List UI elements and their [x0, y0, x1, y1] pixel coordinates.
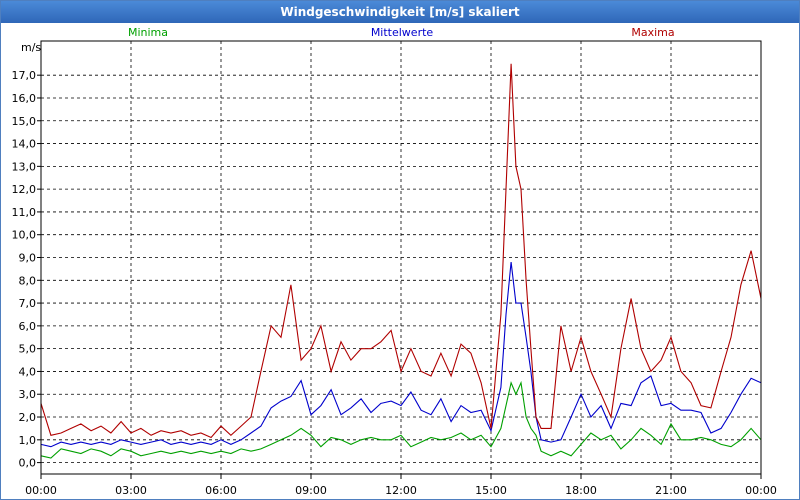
- y-tick-label: 16,0: [12, 92, 37, 105]
- y-tick-label: 6,0: [19, 320, 37, 333]
- x-tick-time: 12:00: [385, 484, 417, 497]
- y-tick-label: 12,0: [12, 183, 37, 196]
- legend-minima: Minima: [128, 26, 168, 39]
- x-axis-ticks: 00:0011.09.1103:0011.09.1106:0011.09.110…: [25, 474, 777, 497]
- y-tick-label: 5,0: [19, 343, 37, 356]
- y-tick-label: 17,0: [12, 69, 37, 82]
- y-tick-label: 2,0: [19, 411, 37, 424]
- y-tick-label: 8,0: [19, 274, 37, 287]
- x-tick-time: 09:00: [295, 484, 327, 497]
- legend: Minima Mittelwerte Maxima: [128, 26, 675, 39]
- y-tick-label: 10,0: [12, 229, 37, 242]
- y-tick-label: 11,0: [12, 206, 37, 219]
- chart-window: Windgeschwindigkeit [m/s] skaliert 0,0 1,…: [0, 0, 800, 500]
- y-tick-label: 3,0: [19, 388, 37, 401]
- legend-maxima: Maxima: [631, 26, 674, 39]
- y-axis-ticks: 0,0 1,0 2,0 3,0 4,0 5,0 6,0 7,0 8,0 9,0 10,0 11,0 12…: [12, 69, 41, 470]
- y-tick-label: 13,0: [12, 160, 37, 173]
- x-tick-time: 00:00: [745, 484, 777, 497]
- y-tick-label: 9,0: [19, 252, 37, 265]
- wind-speed-chart: 0,0 1,0 2,0 3,0 4,0 5,0 6,0 7,0 8,0 9,0 10,0 11,0 12…: [12, 26, 777, 497]
- x-tick-time: 06:00: [205, 484, 237, 497]
- y-tick-label: 14,0: [12, 138, 37, 151]
- x-tick-time: 21:00: [655, 484, 687, 497]
- grid-lines: [41, 41, 761, 474]
- x-tick-time: 00:00: [25, 484, 57, 497]
- series-lines: [40, 63, 762, 459]
- y-tick-label: 0,0: [19, 457, 37, 470]
- window-title: Windgeschwindigkeit [m/s] skaliert: [1, 1, 799, 23]
- x-tick-time: 18:00: [565, 484, 597, 497]
- x-tick-time: 03:00: [115, 484, 147, 497]
- legend-mittelwerte: Mittelwerte: [371, 26, 434, 39]
- y-tick-label: 15,0: [12, 115, 37, 128]
- y-axis-label: m/s: [21, 41, 41, 54]
- y-tick-label: 4,0: [19, 365, 37, 378]
- x-tick-time: 15:00: [475, 484, 507, 497]
- y-tick-label: 1,0: [19, 434, 37, 447]
- y-tick-label: 7,0: [19, 297, 37, 310]
